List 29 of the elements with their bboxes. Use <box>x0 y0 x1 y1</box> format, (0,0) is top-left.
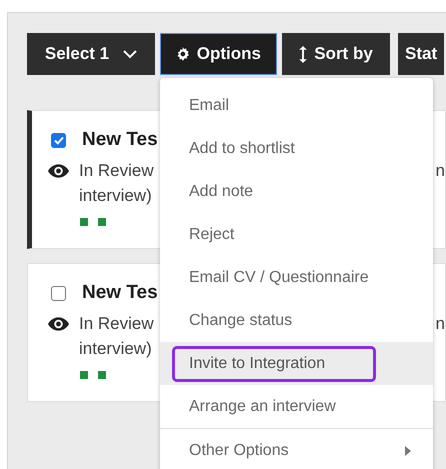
checkbox[interactable] <box>51 132 66 148</box>
sort-button[interactable]: Sort by <box>282 33 390 75</box>
gear-button[interactable]: Options <box>160 33 277 75</box>
status-text: In Review <box>79 314 154 334</box>
menu-item[interactable]: Invite to Integration <box>160 342 433 385</box>
menu-item[interactable]: Other Options <box>160 429 433 469</box>
select-dropdown[interactable]: Select 1 <box>27 33 155 75</box>
menu-item[interactable]: Add note <box>160 170 433 213</box>
status-text: n <box>436 161 445 181</box>
candidate-name: New Tes <box>82 129 158 151</box>
menu-item[interactable]: Change status <box>160 299 433 342</box>
submenu-arrow-icon <box>405 446 411 456</box>
checkbox[interactable] <box>51 286 66 300</box>
status-text: n <box>436 314 445 334</box>
plain-button[interactable]: Stat <box>398 33 444 75</box>
eye-icon <box>48 164 69 178</box>
menu-item[interactable]: Arrange an interview <box>160 385 433 428</box>
settings-icon <box>176 47 190 61</box>
menu-item[interactable]: Email CV / Questionnaire <box>160 256 433 299</box>
menu-item[interactable]: Email <box>160 84 433 127</box>
sort-icon <box>299 46 308 62</box>
eye-icon <box>48 317 69 331</box>
status-text: interview) <box>79 339 152 359</box>
chevron-down-icon <box>123 50 138 58</box>
menu-item[interactable]: Reject <box>160 213 433 256</box>
candidate-name: New Tes <box>82 282 158 304</box>
status-text: In Review <box>79 161 154 181</box>
menu-item[interactable]: Add to shortlist <box>160 127 433 170</box>
status-text: interview) <box>79 186 152 206</box>
